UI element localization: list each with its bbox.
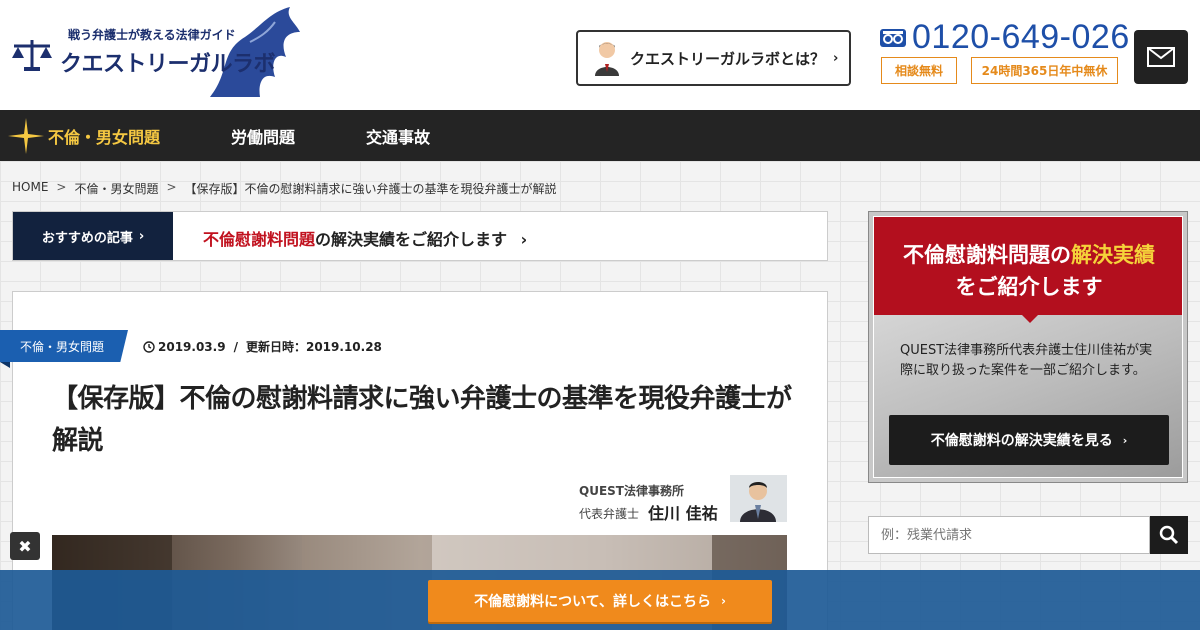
breadcrumb-home[interactable]: HOME: [12, 180, 48, 197]
article-meta: 2019.03.9 / 更新日時： 2019.10.28: [143, 338, 382, 355]
results-banner[interactable]: 不倫慰謝料問題の解決実績 をご紹介します QUEST法律事務所代表弁護士住川佳祐…: [868, 211, 1188, 483]
recommend-bar[interactable]: おすすめの記事 › 不倫慰謝料問題の解決実績をご紹介します ›: [12, 211, 828, 261]
recommend-label: おすすめの記事 ›: [13, 212, 173, 260]
meta-separator: /: [233, 339, 238, 354]
bottom-cta-label: 不倫慰謝料について、詳しくはこちら: [474, 594, 711, 610]
site-header: 戦う弁護士が教える法律ガイド クエストリーガルラボ クエストリーガルラボとは？ …: [0, 0, 1200, 110]
recommend-text: の解決実績をご紹介します: [315, 230, 508, 249]
recommend-link[interactable]: 不倫慰謝料問題の解決実績をご紹介します ›: [203, 226, 527, 250]
about-label: クエストリーガルラボとは？: [630, 49, 826, 68]
results-banner-button-label: 不倫慰謝料の解決実績を見る: [930, 433, 1113, 449]
badge-24-hours: 24時間365日年中無休: [971, 57, 1118, 84]
recommend-highlight: 不倫慰謝料問題: [203, 230, 316, 249]
results-banner-description: QUEST法律事務所代表弁護士住川佳祐が実際に取り扱った案件を一部ご紹介します。: [900, 343, 1153, 378]
close-bottom-bar-button[interactable]: ✖: [10, 532, 40, 560]
results-banner-header: 不倫慰謝料問題の解決実績 をご紹介します: [874, 217, 1182, 315]
chevron-right-icon: ›: [833, 50, 839, 66]
breadcrumb-separator: >: [56, 180, 67, 194]
author-name: 住川 佳祐: [648, 504, 718, 523]
chevron-right-icon: ›: [1122, 433, 1128, 447]
sparkle-icon: [8, 118, 44, 154]
logo-site-name: クエストリーガルラボ: [60, 52, 276, 77]
nav-item-labor[interactable]: 労働問題: [231, 110, 295, 161]
search-icon: [1159, 525, 1179, 545]
results-banner-title: 不倫慰謝料問題の解決実績: [874, 239, 1182, 269]
breadcrumb-current: 【保存版】不倫の慰謝料請求に強い弁護士の基準を現役弁護士が解説: [184, 182, 557, 196]
phone-block[interactable]: 0120-649-026: [880, 18, 1130, 57]
search-button[interactable]: [1150, 516, 1188, 554]
site-logo[interactable]: 戦う弁護士が教える法律ガイド クエストリーガルラボ: [10, 2, 300, 102]
author-role: 代表弁護士: [579, 507, 640, 521]
updated-date: 2019.10.28: [305, 339, 382, 354]
category-tag[interactable]: 不倫・男女問題: [0, 330, 128, 362]
fixed-bottom-bar: 不倫慰謝料について、詳しくはこちら ›: [0, 570, 1200, 630]
nav-item-traffic[interactable]: 交通事故: [366, 110, 430, 161]
author-photo: [730, 475, 787, 522]
lawyer-avatar-icon: [595, 42, 619, 76]
about-button[interactable]: クエストリーガルラボとは？ ›: [576, 30, 851, 86]
category-tag-fold: [0, 362, 10, 368]
nav-item-affair[interactable]: 不倫・男女問題: [48, 110, 160, 161]
mail-icon: [1147, 47, 1175, 67]
search-input[interactable]: [868, 516, 1150, 554]
published-date: 2019.03.9: [158, 339, 226, 354]
chevron-right-icon: ›: [138, 228, 145, 244]
results-banner-inner: 不倫慰謝料問題の解決実績 をご紹介します QUEST法律事務所代表弁護士住川佳祐…: [873, 216, 1183, 478]
clock-icon: [143, 340, 155, 353]
logo-tagline: 戦う弁護士が教える法律ガイド: [68, 28, 236, 42]
bottom-cta-button[interactable]: 不倫慰謝料について、詳しくはこちら ›: [428, 580, 772, 622]
results-banner-title-a: 不倫慰謝料問題の: [903, 243, 1071, 267]
mail-button[interactable]: [1134, 30, 1188, 84]
chevron-right-icon: ›: [720, 594, 726, 608]
author-portrait-icon: [730, 475, 787, 522]
author-organization: QUEST法律事務所: [579, 484, 684, 498]
recommend-label-text: おすすめの記事: [41, 230, 133, 246]
results-banner-subtitle: をご紹介します: [955, 275, 1103, 299]
free-dial-icon: [880, 28, 906, 47]
article-title: 【保存版】不倫の慰謝料請求に強い弁護士の基準を現役弁護士が解説: [52, 384, 792, 456]
updated-label: 更新日時：: [245, 340, 306, 354]
main-nav: 不倫・男女問題 労働問題 交通事故: [0, 110, 1200, 161]
phone-number[interactable]: 0120-649-026: [912, 18, 1130, 57]
breadcrumb: HOME > 不倫・男女問題 > 【保存版】不倫の慰謝料請求に強い弁護士の基準を…: [12, 180, 557, 197]
chevron-right-icon: ›: [520, 230, 528, 249]
breadcrumb-category[interactable]: 不倫・男女問題: [74, 180, 158, 197]
results-banner-button[interactable]: 不倫慰謝料の解決実績を見る ›: [889, 415, 1169, 465]
results-banner-notch: [1022, 315, 1038, 323]
breadcrumb-separator: >: [166, 180, 177, 194]
results-banner-title-b: 解決実績: [1071, 243, 1155, 267]
badge-free-consultation: 相談無料: [881, 57, 957, 84]
scales-icon: [12, 40, 52, 71]
